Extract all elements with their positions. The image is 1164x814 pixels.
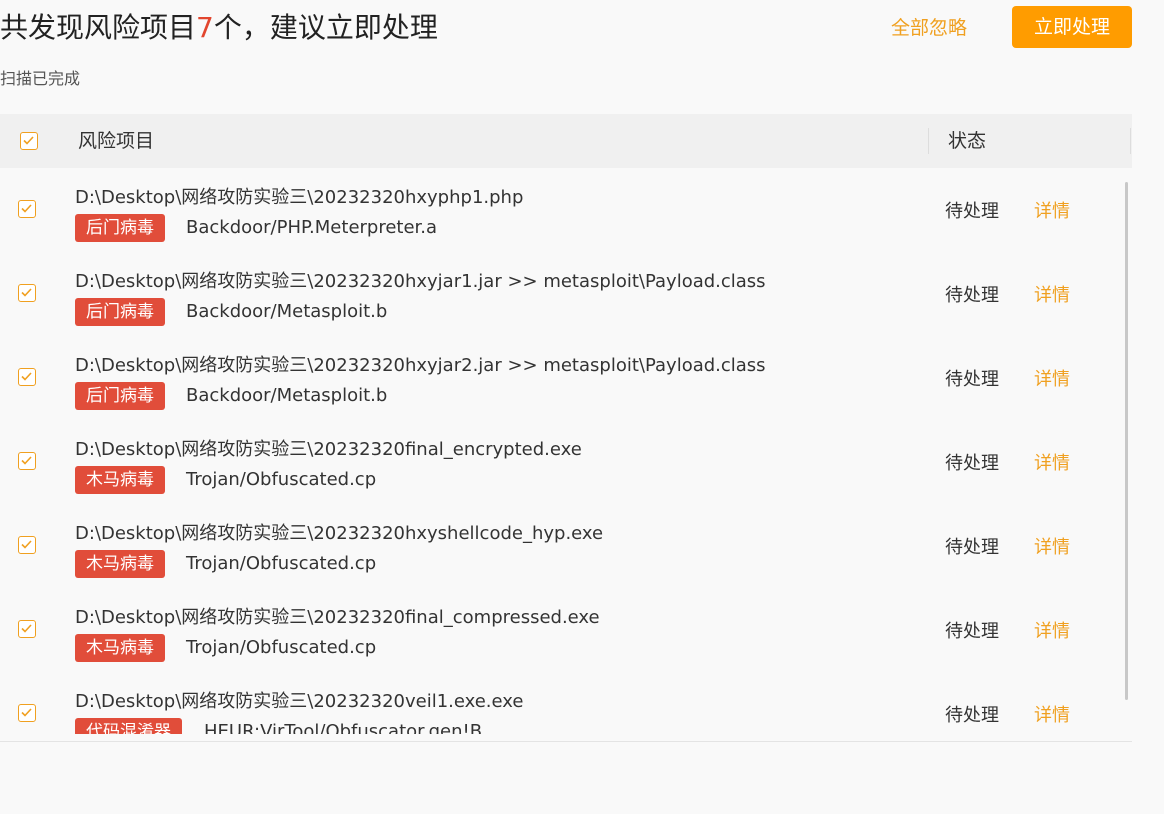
threat-type-badge: 代码混淆器 (75, 718, 182, 734)
process-now-button[interactable]: 立即处理 (1012, 6, 1132, 48)
status-text: 待处理 (945, 201, 999, 222)
risk-list: D:\Desktop\网络攻防实验三\20232320hxyphp1.php 后… (0, 168, 1132, 734)
threat-type-badge: 后门病毒 (75, 214, 165, 242)
risk-count: 7 (196, 11, 214, 44)
virus-name: Backdoor/Metasploit.b (186, 301, 388, 322)
row-checkbox[interactable] (18, 452, 36, 470)
row-checkbox[interactable] (18, 200, 36, 218)
page-title: 共发现风险项目7个，建议立即处理 (0, 8, 438, 48)
status-text: 待处理 (945, 453, 999, 474)
checkbox-checked-icon (21, 624, 32, 633)
virus-name: HEUR:VirTool/Obfuscator.gen!B (204, 721, 483, 734)
virus-name: Backdoor/PHP.Meterpreter.a (186, 217, 438, 238)
file-path: D:\Desktop\网络攻防实验三\20232320final_encrypt… (75, 439, 582, 460)
detail-link[interactable]: 详情 (1034, 284, 1070, 308)
file-path: D:\Desktop\网络攻防实验三\20232320hxyjar2.jar >… (75, 355, 766, 376)
detail-link[interactable]: 详情 (1034, 704, 1070, 728)
detail-link[interactable]: 详情 (1034, 368, 1070, 392)
checkbox-checked-icon (21, 372, 32, 381)
threat-type-badge: 后门病毒 (75, 298, 165, 326)
table-row: D:\Desktop\网络攻防实验三\20232320veil1.exe.exe… (0, 672, 1132, 734)
status-text: 待处理 (945, 537, 999, 558)
checkbox-checked-icon (21, 204, 32, 213)
status-text: 待处理 (945, 369, 999, 390)
virus-name: Backdoor/Metasploit.b (186, 385, 388, 406)
table-row: D:\Desktop\网络攻防实验三\20232320final_compres… (0, 588, 1132, 672)
file-path: D:\Desktop\网络攻防实验三\20232320hxyjar1.jar >… (75, 271, 766, 292)
checkbox-checked-icon (21, 288, 32, 297)
ignore-all-button[interactable]: 全部忽略 (891, 14, 967, 42)
detail-link[interactable]: 详情 (1034, 452, 1070, 476)
column-header-status: 状态 (948, 130, 987, 152)
checkbox-checked-icon (23, 136, 34, 145)
table-row: D:\Desktop\网络攻防实验三\20232320final_encrypt… (0, 420, 1132, 504)
column-divider (928, 128, 929, 154)
file-path: D:\Desktop\网络攻防实验三\20232320veil1.exe.exe (75, 691, 524, 712)
threat-type-badge: 木马病毒 (75, 466, 165, 494)
virus-name: Trojan/Obfuscated.cp (186, 637, 377, 658)
checkbox-checked-icon (21, 708, 32, 717)
file-path: D:\Desktop\网络攻防实验三\20232320final_compres… (75, 607, 600, 628)
list-scrollbar[interactable] (1125, 182, 1128, 700)
row-checkbox[interactable] (18, 536, 36, 554)
virus-name: Trojan/Obfuscated.cp (186, 469, 377, 490)
detail-link[interactable]: 详情 (1034, 536, 1070, 560)
row-checkbox[interactable] (18, 284, 36, 302)
status-text: 待处理 (945, 705, 999, 726)
row-checkbox[interactable] (18, 620, 36, 638)
title-suffix: 个，建议立即处理 (213, 11, 438, 44)
status-text: 待处理 (945, 621, 999, 642)
detail-link[interactable]: 详情 (1034, 200, 1070, 224)
virus-name: Trojan/Obfuscated.cp (186, 553, 377, 574)
table-row: D:\Desktop\网络攻防实验三\20232320hxyjar2.jar >… (0, 336, 1132, 420)
column-divider (1130, 128, 1131, 154)
checkbox-checked-icon (21, 456, 32, 465)
table-header: 风险项目 状态 (0, 114, 1132, 168)
list-bottom-divider (0, 741, 1132, 742)
detail-link[interactable]: 详情 (1034, 620, 1070, 644)
status-text: 待处理 (945, 285, 999, 306)
table-row: D:\Desktop\网络攻防实验三\20232320hxyjar1.jar >… (0, 252, 1132, 336)
header: 共发现风险项目7个，建议立即处理 扫描已完成 全部忽略 立即处理 (0, 0, 1164, 100)
file-path: D:\Desktop\网络攻防实验三\20232320hxyshellcode_… (75, 523, 604, 544)
row-checkbox[interactable] (18, 704, 36, 722)
column-header-risk: 风险项目 (78, 130, 155, 152)
scan-status-text: 扫描已完成 (0, 69, 81, 88)
threat-type-badge: 木马病毒 (75, 634, 165, 662)
select-all-checkbox[interactable] (20, 132, 38, 150)
threat-type-badge: 木马病毒 (75, 550, 165, 578)
file-path: D:\Desktop\网络攻防实验三\20232320hxyphp1.php (75, 187, 524, 208)
checkbox-checked-icon (21, 540, 32, 549)
table-row: D:\Desktop\网络攻防实验三\20232320hxyshellcode_… (0, 504, 1132, 588)
row-checkbox[interactable] (18, 368, 36, 386)
title-prefix: 共发现风险项目 (0, 11, 197, 44)
threat-type-badge: 后门病毒 (75, 382, 165, 410)
table-row: D:\Desktop\网络攻防实验三\20232320hxyphp1.php 后… (0, 168, 1132, 252)
